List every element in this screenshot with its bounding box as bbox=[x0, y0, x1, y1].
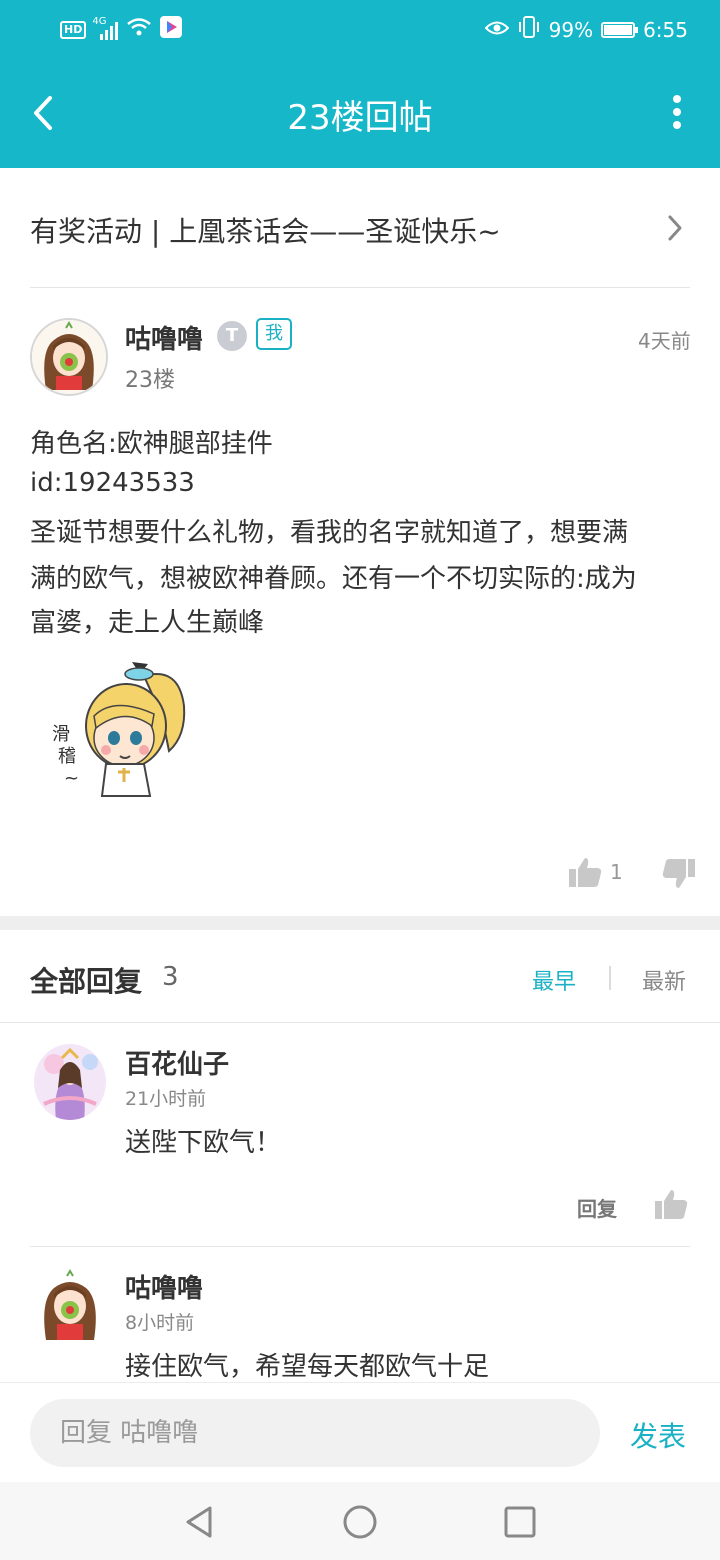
section-divider bbox=[0, 916, 720, 930]
page-title: 23楼回帖 bbox=[287, 98, 433, 138]
post-body-line: 满的欧气，想被欧神眷顾。还有一个不切实际的:成为 bbox=[30, 564, 637, 594]
replies-count: 3 bbox=[162, 962, 179, 992]
thumbs-up-icon bbox=[569, 858, 602, 887]
post-body-line: 角色名:欧神腿部挂件 bbox=[30, 429, 273, 459]
reply-button[interactable]: 回复 bbox=[577, 1193, 617, 1222]
like-count: 1 bbox=[610, 860, 623, 884]
wifi-icon bbox=[126, 17, 152, 42]
eye-icon bbox=[484, 18, 510, 42]
play-store-icon bbox=[160, 16, 183, 43]
replies-header: 全部回复 3 最早 最新 bbox=[0, 932, 720, 1023]
avatar-girl-icon bbox=[34, 1268, 106, 1344]
more-vert-icon bbox=[673, 95, 681, 129]
vibrate-icon bbox=[517, 16, 541, 43]
battery-fill bbox=[604, 24, 632, 35]
reply-author-name[interactable]: 百花仙子 bbox=[125, 1044, 229, 1081]
sort-newest-tab[interactable]: 最新 bbox=[642, 964, 686, 996]
post-body-line: 圣诞节想要什么礼物，看我的名字就知道了，想要满 bbox=[30, 518, 629, 548]
avatar-fairy-icon bbox=[34, 1044, 106, 1120]
reply-text: 送陛下欧气！ bbox=[125, 1128, 282, 1158]
reply-divider bbox=[30, 1246, 690, 1247]
circle-home-icon bbox=[343, 1505, 377, 1539]
status-right: 99% 6:55 bbox=[484, 16, 688, 43]
triangle-back-icon bbox=[186, 1506, 212, 1538]
system-nav-bar bbox=[0, 1482, 720, 1560]
status-time: 6:55 bbox=[643, 17, 688, 42]
square-recents-icon bbox=[504, 1506, 536, 1538]
dislike-button[interactable] bbox=[662, 858, 696, 894]
sort-separator bbox=[609, 966, 611, 990]
chibi-sticker-icon: 滑 稽 ~ bbox=[52, 662, 186, 797]
reply-time: 8小时前 bbox=[125, 1312, 195, 1334]
battery-icon bbox=[601, 21, 639, 38]
like-button[interactable]: 1 bbox=[568, 856, 623, 888]
me-badge: 我 bbox=[256, 318, 292, 350]
post-time: 4天前 bbox=[638, 329, 691, 353]
sticker-image[interactable]: 滑 稽 ~ bbox=[44, 656, 194, 801]
more-button[interactable] bbox=[670, 94, 684, 134]
app-bar: 23楼回帖 bbox=[0, 58, 720, 168]
svg-text:~: ~ bbox=[64, 768, 79, 789]
reply-author-name[interactable]: 咕噜噜 bbox=[125, 1268, 203, 1305]
avatar-girl-icon bbox=[32, 320, 106, 394]
thumbs-down-icon bbox=[662, 859, 695, 888]
chevron-right-icon bbox=[666, 214, 684, 246]
signal-icon: 4G bbox=[92, 16, 119, 40]
nav-recents-button[interactable] bbox=[500, 1502, 540, 1542]
svg-text:稽: 稽 bbox=[58, 746, 76, 767]
status-bar: HD 4G 99% 6:55 bbox=[0, 0, 720, 58]
reply-time: 21小时前 bbox=[125, 1088, 207, 1110]
status-left: HD 4G bbox=[60, 16, 183, 43]
post-body-line: 富婆，走上人生巅峰 bbox=[30, 608, 265, 638]
nav-home-button[interactable] bbox=[340, 1502, 380, 1542]
reply-like-button[interactable] bbox=[654, 1188, 688, 1224]
network-type: 4G bbox=[92, 15, 107, 27]
author-avatar[interactable] bbox=[30, 318, 108, 396]
svg-text:滑: 滑 bbox=[52, 724, 70, 745]
title-badge: T bbox=[217, 321, 247, 351]
topic-title: 有奖活动 | 上凰茶话会——圣诞快乐~ bbox=[30, 215, 501, 248]
nav-back-button[interactable] bbox=[180, 1502, 220, 1542]
reply-input[interactable] bbox=[30, 1399, 600, 1467]
reply-text: 接住欧气，希望每天都欧气十足 bbox=[125, 1352, 490, 1382]
reply-avatar[interactable] bbox=[34, 1044, 106, 1120]
replies-title: 全部回复 bbox=[30, 965, 143, 998]
post-body-line: id:19243533 bbox=[30, 468, 195, 498]
reply-avatar[interactable] bbox=[34, 1268, 106, 1344]
reply-composer: 发表 bbox=[0, 1382, 720, 1483]
battery-percent: 99% bbox=[548, 17, 594, 42]
topic-link[interactable]: 有奖活动 | 上凰茶话会——圣诞快乐~ bbox=[30, 170, 690, 288]
post-author-name[interactable]: 咕噜噜 bbox=[125, 319, 203, 356]
send-button[interactable]: 发表 bbox=[630, 1415, 686, 1455]
thumbs-up-icon bbox=[655, 1190, 688, 1219]
hd-badge: HD bbox=[60, 20, 87, 39]
sort-earliest-tab[interactable]: 最早 bbox=[532, 964, 576, 996]
floor-number: 23楼 bbox=[125, 368, 175, 393]
